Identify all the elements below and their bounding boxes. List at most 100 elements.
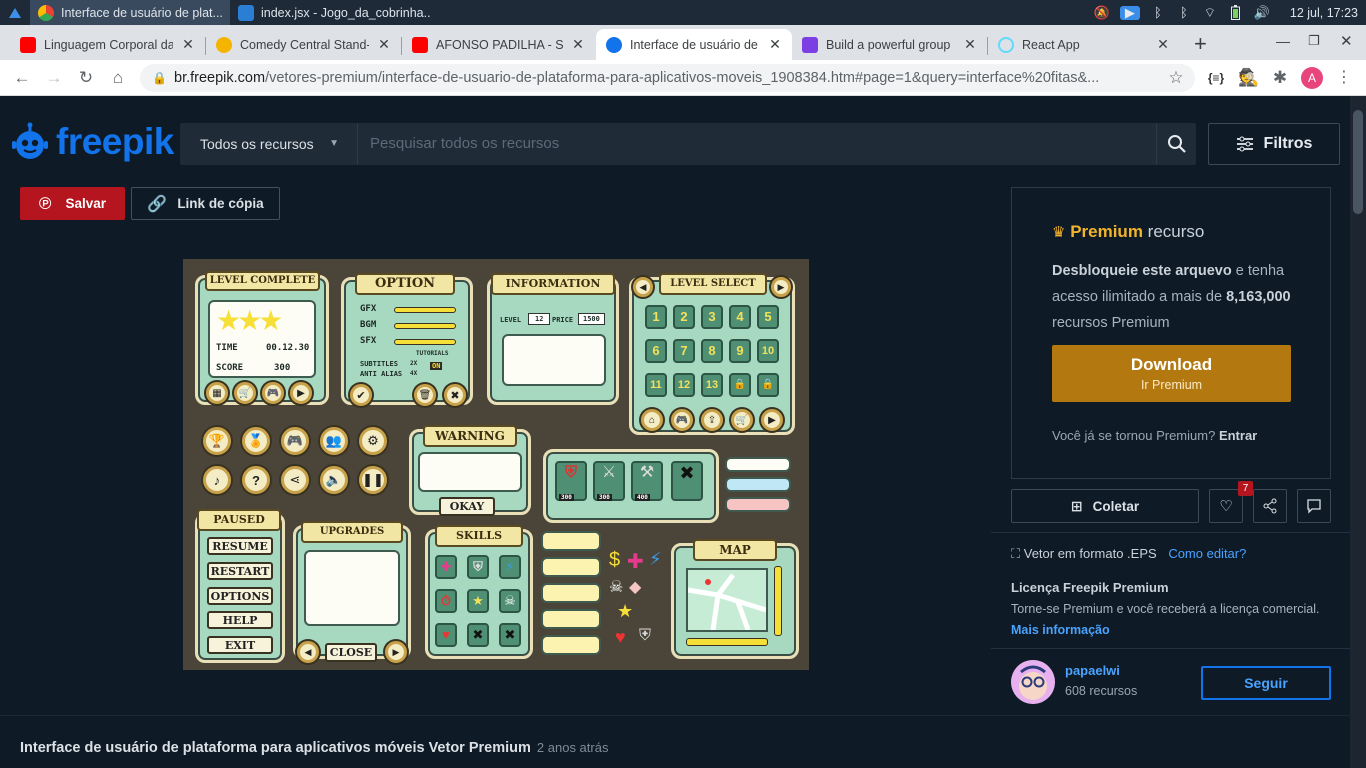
users-icon: 👥 <box>320 427 348 455</box>
forward-icon[interactable]: → <box>44 68 64 88</box>
tab-close-icon[interactable]: ✕ <box>963 36 977 53</box>
option-panel: GFX BGM SFX SUBTITLES ANTI ALIAS TUTORIA… <box>341 277 473 406</box>
star-icon: ★ <box>617 601 634 621</box>
extensions-icon[interactable]: ✱ <box>1270 68 1290 88</box>
follow-button[interactable]: Seguir <box>1201 666 1331 700</box>
gamepad-icon: 🎮 <box>262 382 284 404</box>
trash-icon: 🗑 <box>414 384 436 406</box>
subtitles-label: SUBTITLES <box>360 360 398 368</box>
new-tab-button[interactable]: + <box>1194 31 1207 57</box>
dollar-icon: $ <box>609 549 621 571</box>
profile-avatar[interactable]: A <box>1301 67 1323 89</box>
likes-badge: 7 <box>1238 481 1253 496</box>
json-extension-icon[interactable]: {≡} <box>1206 68 1226 88</box>
page-title-text: Interface de usuário de plataforma para … <box>20 740 531 756</box>
copy-link-button[interactable]: 🔗 Link de cópia <box>131 187 280 220</box>
web-page: freepik Todos os recursos ▼ Pesquisar to… <box>0 96 1350 768</box>
incognito-extension-icon[interactable]: 🕵 <box>1238 68 1259 88</box>
upgrades-panel <box>293 525 411 659</box>
time-label: TIME <box>216 343 238 353</box>
information-ribbon: INFORMATION <box>491 273 615 295</box>
bluetooth-icon[interactable]: ᛒ <box>1150 5 1166 20</box>
close-icon: ✖ <box>467 623 489 647</box>
cart-icon: 🛒 <box>731 409 753 431</box>
premium-text-bold: Desbloqueie este arquevo <box>1052 263 1232 279</box>
more-info-link[interactable]: Mais informação <box>1011 623 1110 637</box>
how-to-edit-link[interactable]: Como editar? <box>1168 546 1246 561</box>
notifications-muted-icon[interactable]: 🔕 <box>1094 5 1110 20</box>
os-menu-icon[interactable] <box>0 0 30 25</box>
status-bar-white <box>725 457 791 472</box>
level-complete-panel: ★★★ TIME 00.12.30 SCORE 300 ▦ 🛒 🎮 ▶ <box>195 275 329 405</box>
menu-kebab-icon[interactable]: ⋮ <box>1334 68 1354 88</box>
pinterest-save-button[interactable]: ℗ Salvar <box>20 187 125 220</box>
search-input[interactable]: Pesquisar todos os recursos <box>370 123 1150 165</box>
scrollbar-thumb[interactable] <box>1353 110 1363 214</box>
tab-comedy[interactable]: Comedy Central Stand-U ✕ <box>206 29 401 60</box>
tab-close-icon[interactable]: ✕ <box>377 36 391 53</box>
level-tile: 8 <box>701 339 723 363</box>
download-button[interactable]: Download Ir Premium <box>1052 345 1291 402</box>
plus-icon: ✚ <box>435 555 457 579</box>
sfx-label: SFX <box>360 336 377 346</box>
address-bar[interactable]: 🔒 br.freepik.com/vetores-premium/interfa… <box>140 64 1195 92</box>
tab-react[interactable]: React App ✕ <box>988 29 1180 60</box>
level-value: 12 <box>528 313 551 325</box>
collect-button[interactable]: ⊞ Coletar <box>1011 489 1199 523</box>
tab-linguagem[interactable]: Linguagem Corporal da ✕ <box>10 29 205 60</box>
level-tile: 12 <box>673 373 695 397</box>
reload-icon[interactable]: ↻ <box>76 68 96 88</box>
price-tag: 300 <box>597 494 612 501</box>
license-title: Licença Freepik Premium <box>1011 580 1169 595</box>
share-button[interactable] <box>1253 489 1287 523</box>
tab-build[interactable]: Build a powerful group ✕ <box>792 29 987 60</box>
comment-button[interactable] <box>1297 489 1331 523</box>
preview-image[interactable]: ★★★ TIME 00.12.30 SCORE 300 ▦ 🛒 🎮 ▶ LEVE… <box>183 259 809 670</box>
home-icon[interactable]: ⌂ <box>108 68 128 88</box>
os-clock[interactable]: 12 jul, 17:23 <box>1290 6 1358 20</box>
tab-close-icon[interactable]: ✕ <box>181 36 195 53</box>
tab-freepik[interactable]: Interface de usuário de ✕ <box>596 29 792 60</box>
close-window-icon[interactable]: ✕ <box>1340 32 1353 50</box>
freepik-logo[interactable]: freepik <box>10 120 174 164</box>
back-icon[interactable]: ← <box>12 68 32 88</box>
freepik-icon <box>606 36 622 53</box>
volume-icon[interactable]: 🔊 <box>1254 5 1270 20</box>
level-tile: 4 <box>729 305 751 329</box>
category-select[interactable]: Todos os recursos ▼ <box>180 123 358 165</box>
wifi-icon[interactable]: ⌔ <box>1202 5 1218 20</box>
tab-title: Linguagem Corporal da <box>44 37 173 52</box>
battery-icon[interactable] <box>1228 5 1244 20</box>
tab-close-icon[interactable]: ✕ <box>571 36 585 53</box>
os-task-chrome[interactable]: Interface de usuário de plat... <box>30 0 230 25</box>
tab-afonso[interactable]: AFONSO PADILHA - SOU ✕ <box>402 29 595 60</box>
search-button[interactable] <box>1156 123 1196 165</box>
map-area <box>686 568 768 632</box>
trophy-icon: 🏆 <box>203 427 231 455</box>
login-link[interactable]: Entrar <box>1219 428 1257 443</box>
filters-button[interactable]: Filtros <box>1208 123 1340 165</box>
zoom-icon[interactable]: ▶ <box>1119 5 1140 20</box>
page-scrollbar[interactable] <box>1350 96 1366 768</box>
download-label: Download <box>1130 355 1213 374</box>
os-task-label: index.jsx - Jogo_da_cobrinha... <box>261 5 430 20</box>
bookmark-star-icon[interactable]: ☆ <box>1166 68 1186 88</box>
level-tile: 1 <box>645 305 667 329</box>
license-text: Torne-se Premium e você receberá a licen… <box>1011 602 1320 616</box>
status-bar-red <box>725 497 791 512</box>
premium-text: recursos Premium <box>1052 315 1170 331</box>
author-name[interactable]: papaelwi <box>1065 663 1120 678</box>
bluetooth-icon-2[interactable]: ᛒ <box>1176 5 1192 20</box>
time-value: 00.12.30 <box>266 343 310 353</box>
minimize-icon[interactable]: — <box>1276 33 1290 49</box>
close-button: CLOSE <box>325 643 377 662</box>
os-task-vscode[interactable]: index.jsx - Jogo_da_cobrinha... <box>230 0 430 25</box>
author-avatar[interactable] <box>1011 660 1055 704</box>
sound-icon: 🔈 <box>320 466 348 494</box>
restore-icon[interactable]: ❐ <box>1308 33 1320 49</box>
upgrades-ribbon: UPGRADES <box>301 521 403 543</box>
shield-icon: ⛨ <box>639 627 652 644</box>
tab-close-icon[interactable]: ✕ <box>768 36 782 53</box>
page-title: Interface de usuário de plataforma para … <box>20 740 608 756</box>
tab-close-icon[interactable]: ✕ <box>1156 36 1170 53</box>
